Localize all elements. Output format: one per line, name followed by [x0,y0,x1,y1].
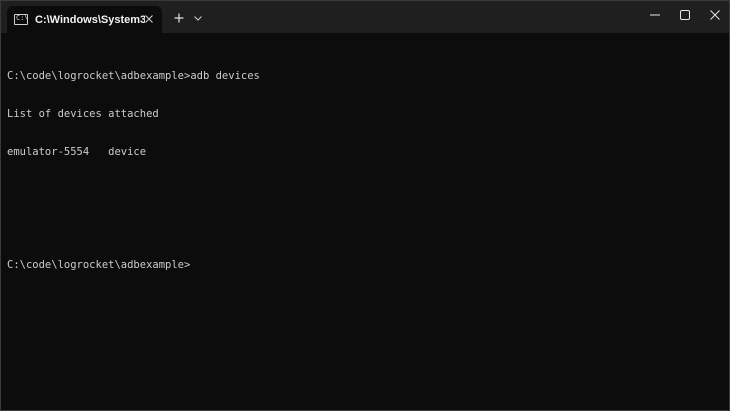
minimize-button[interactable] [639,1,671,29]
close-window-button[interactable] [699,1,729,29]
terminal-output[interactable]: C:\code\logrocket\adbexample>adb devices… [7,45,725,405]
close-icon [710,10,720,20]
tab-cmd[interactable]: C:\ C:\Windows\System32\cmd.e [7,6,162,33]
maximize-button[interactable] [669,1,701,29]
maximize-icon [680,10,690,20]
terminal-line: List of devices attached [7,107,159,120]
terminal-window: C:\ C:\Windows\System32\cmd.e [0,0,730,411]
plus-icon [174,13,184,23]
console-icon-glyph: C:\ [16,14,29,22]
terminal-prompt: C:\code\logrocket\adbexample> [7,259,191,272]
chevron-down-icon [194,15,202,21]
new-tab-button[interactable] [169,8,189,28]
title-bar[interactable]: C:\ C:\Windows\System32\cmd.e [1,1,729,33]
console-icon: C:\ [14,14,29,25]
terminal-line: emulator-5554 device [7,145,147,158]
tab-close-button[interactable] [142,12,156,26]
close-icon [145,15,153,23]
minimize-icon [650,14,660,16]
tab-title: C:\Windows\System32\cmd.e [35,13,145,26]
terminal-line: C:\code\logrocket\adbexample>adb devices [7,70,260,83]
tab-dropdown-button[interactable] [190,8,206,28]
